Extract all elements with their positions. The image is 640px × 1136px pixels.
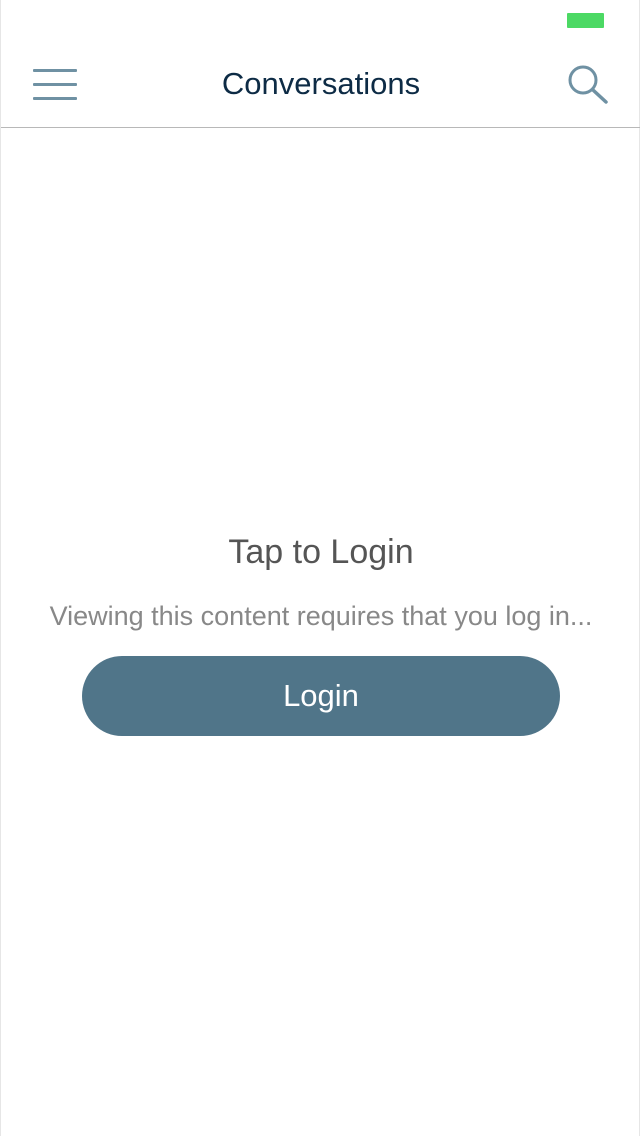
search-button[interactable]	[563, 60, 617, 110]
page-title: Conversations	[221, 66, 421, 101]
login-button[interactable]: Login	[82, 656, 560, 736]
login-message: Viewing this content requires that you l…	[49, 601, 593, 631]
app-screen: Conversations Tap to Login Viewing this …	[0, 0, 640, 1136]
main-content: Tap to Login Viewing this content requir…	[1, 128, 640, 1136]
battery-icon	[567, 13, 604, 28]
status-bar	[1, 0, 640, 40]
search-icon	[568, 65, 608, 104]
navigation-bar: Conversations	[1, 40, 640, 128]
login-heading: Tap to Login	[228, 533, 414, 571]
